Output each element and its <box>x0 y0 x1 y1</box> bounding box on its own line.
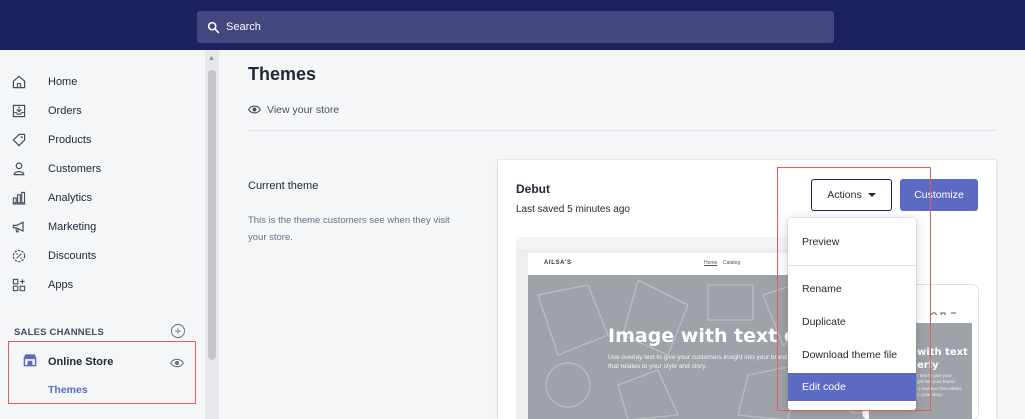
top-bar: Search <box>0 0 1025 50</box>
search-icon <box>207 21 220 33</box>
sidebar-scroll-thumb[interactable] <box>208 70 216 360</box>
sidebar-item-label: Orders <box>48 105 82 117</box>
scroll-up-arrow-icon[interactable]: ▲ <box>208 55 215 62</box>
sidebar-item-label: Customers <box>48 163 102 175</box>
actions-highlight-box <box>777 167 931 411</box>
tag-icon <box>10 131 28 149</box>
sidebar-item-label: Marketing <box>48 221 97 233</box>
sidebar-item-online-store[interactable]: Online Store <box>48 356 113 368</box>
eye-icon <box>248 105 261 114</box>
view-store-label: View your store <box>267 103 340 116</box>
apps-grid-icon <box>10 276 28 294</box>
megaphone-icon <box>10 218 28 236</box>
current-theme-description: This is the theme customers see when the… <box>248 215 450 243</box>
search-bar[interactable]: Search <box>197 11 834 43</box>
current-theme-heading: Current theme <box>248 180 319 192</box>
orders-icon <box>10 102 28 120</box>
view-store-link[interactable]: View your store <box>248 103 339 116</box>
sidebar-item-marketing[interactable]: Marketing <box>0 213 200 241</box>
sales-channels-heading: SALES CHANNELS <box>14 327 104 338</box>
sidebar-item-label: Products <box>48 134 92 146</box>
sidebar-item-label: Discounts <box>48 250 97 262</box>
preview-brand: AILSA'S <box>544 260 572 266</box>
person-icon <box>10 160 28 178</box>
add-channel-plus-icon[interactable]: + <box>171 324 185 338</box>
sidebar-item-products[interactable]: Products <box>0 126 200 154</box>
theme-last-saved: Last saved 5 minutes ago <box>516 204 630 215</box>
store-icon <box>22 352 38 373</box>
sidebar-item-customers[interactable]: Customers <box>0 155 200 183</box>
sidebar-item-home[interactable]: Home <box>0 68 200 96</box>
sidebar-item-apps[interactable]: Apps <box>0 271 200 299</box>
sidebar-item-label: Analytics <box>48 192 93 204</box>
theme-name: Debut <box>516 182 550 196</box>
divider <box>248 130 996 131</box>
preview-nav-link: Catalog <box>723 260 741 266</box>
sidebar-subitem-themes[interactable]: Themes <box>48 384 88 396</box>
sidebar-item-label: Home <box>48 76 78 88</box>
preview-nav-link: Home <box>704 260 718 266</box>
eye-icon[interactable] <box>170 356 184 375</box>
page-title: Themes <box>248 64 317 84</box>
sidebar-item-label: Apps <box>48 279 74 291</box>
discount-icon <box>10 247 28 265</box>
home-icon <box>10 73 28 91</box>
sidebar-item-analytics[interactable]: Analytics <box>0 184 200 212</box>
sidebar-item-orders[interactable]: Orders <box>0 97 200 125</box>
bar-chart-icon <box>10 189 28 207</box>
search-label: Search <box>226 21 261 33</box>
sidebar-item-discounts[interactable]: Discounts <box>0 242 200 270</box>
